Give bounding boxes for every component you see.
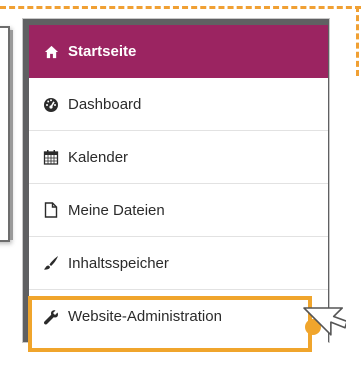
- mouse-pointer-icon: [298, 302, 348, 365]
- calendar-icon: [43, 149, 59, 165]
- nav-item-startseite[interactable]: Startseite: [29, 25, 328, 78]
- highlight-frame: [28, 296, 312, 352]
- paintbrush-icon: [43, 255, 59, 271]
- nav-item-label: Inhaltsspeicher: [68, 254, 169, 272]
- tachometer-icon: [43, 96, 59, 112]
- nav-item-dashboard[interactable]: Dashboard: [29, 78, 328, 131]
- background-panel: [0, 26, 10, 242]
- nav-item-label: Kalender: [68, 148, 129, 166]
- main-navigation: Startseite Dashboard Kalender Meine Date…: [23, 19, 329, 343]
- background-panel-edge: [10, 30, 13, 240]
- home-icon: [43, 44, 59, 60]
- nav-item-inhaltsspeicher[interactable]: Inhaltsspeicher: [29, 237, 328, 290]
- nav-item-label: Meine Dateien: [68, 201, 165, 219]
- nav-item-label: Dashboard: [68, 95, 142, 113]
- file-icon: [43, 202, 59, 218]
- nav-item-kalender[interactable]: Kalender: [29, 131, 328, 184]
- dashed-guide-right: [356, 6, 359, 76]
- dashed-guide-top: [0, 6, 361, 9]
- nav-item-meine-dateien[interactable]: Meine Dateien: [29, 184, 328, 237]
- nav-item-label: Startseite: [68, 43, 137, 60]
